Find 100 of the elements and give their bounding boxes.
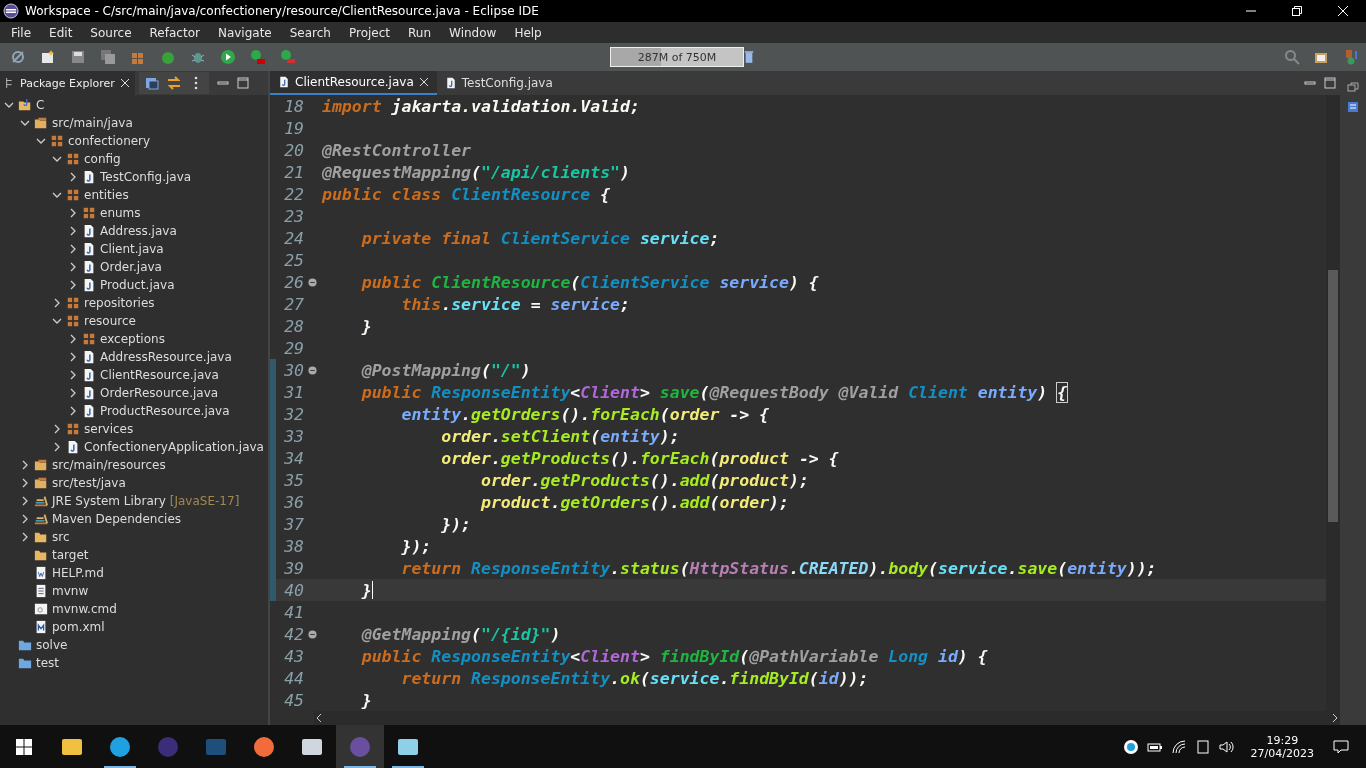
tree-item[interactable]: pom.xml	[52, 620, 105, 634]
collapsed-chevron-icon[interactable]	[68, 208, 78, 218]
scroll-left-icon[interactable]	[314, 713, 324, 723]
tree-item[interactable]: config	[84, 152, 121, 166]
horizontal-scrollbar[interactable]	[314, 711, 1340, 725]
save-icon[interactable]	[70, 49, 86, 65]
window-tray-icon[interactable]	[1194, 738, 1211, 755]
tree-item[interactable]: mvnw	[52, 584, 89, 598]
new-file-icon[interactable]	[40, 49, 56, 65]
tree-item[interactable]: OrderResource.java	[100, 386, 219, 400]
expanded-chevron-icon[interactable]	[52, 190, 62, 200]
collapse-all-icon[interactable]	[143, 75, 160, 91]
collapsed-chevron-icon[interactable]	[68, 244, 78, 254]
tree-item[interactable]: src/main/resources	[52, 458, 166, 472]
fold-icon[interactable]	[307, 629, 317, 639]
notification-icon[interactable]	[1332, 738, 1350, 755]
maximize-icon[interactable]	[234, 75, 251, 91]
trash-icon[interactable]	[744, 50, 754, 64]
scroll-right-icon[interactable]	[1330, 713, 1340, 723]
speaker-icon[interactable]	[1218, 738, 1235, 755]
run-icon[interactable]	[220, 49, 236, 65]
clock-time[interactable]: 19:29	[1266, 733, 1299, 747]
collapsed-chevron-icon[interactable]	[68, 172, 78, 182]
menu-item[interactable]: Search	[280, 25, 340, 40]
close-icon[interactable]	[119, 77, 130, 89]
menu-item[interactable]: Edit	[40, 25, 82, 40]
tree-item[interactable]: HELP.md	[52, 566, 104, 580]
collapsed-chevron-icon[interactable]	[52, 442, 62, 452]
collapsed-chevron-icon[interactable]	[68, 280, 78, 290]
close-icon[interactable]	[418, 76, 429, 88]
tree-item[interactable]: Address.java	[100, 224, 177, 238]
collapsed-chevron-icon[interactable]	[20, 496, 30, 506]
clock-date[interactable]: 27/04/2023	[1250, 746, 1314, 760]
menu-item[interactable]: Navigate	[208, 25, 281, 40]
collapsed-chevron-icon[interactable]	[68, 370, 78, 380]
package-explorer-tab[interactable]: Package Explorer	[0, 71, 135, 95]
menu-item[interactable]: Source	[81, 25, 141, 40]
restore-icon[interactable]	[1292, 6, 1302, 16]
taskbar-app[interactable]	[336, 725, 384, 768]
tree-item[interactable]: exceptions	[100, 332, 165, 346]
collapsed-chevron-icon[interactable]	[20, 532, 30, 542]
expanded-chevron-icon[interactable]	[36, 136, 46, 146]
collapsed-chevron-icon[interactable]	[68, 352, 78, 362]
outline-view-icon[interactable]	[1347, 101, 1359, 113]
tree-item[interactable]: Client.java	[100, 242, 164, 256]
save-all-icon[interactable]	[100, 49, 116, 65]
tree-item[interactable]: repositories	[84, 296, 155, 310]
tree-item[interactable]: services	[84, 422, 134, 436]
tree-item[interactable]: solve	[36, 638, 68, 652]
menu-item[interactable]: Window	[440, 25, 506, 40]
tree-item[interactable]: ConfectioneryApplication.java	[84, 440, 264, 454]
tree-item[interactable]: src	[52, 530, 70, 544]
windows-start-icon[interactable]	[16, 738, 32, 755]
fold-icon[interactable]	[307, 365, 317, 375]
tree-item[interactable]: Order.java	[100, 260, 162, 274]
tree-item[interactable]: resource	[84, 314, 136, 328]
collapsed-chevron-icon[interactable]	[68, 226, 78, 236]
tree-item[interactable]: target	[52, 548, 89, 562]
wifi-icon[interactable]	[1170, 738, 1187, 755]
collapsed-chevron-icon[interactable]	[52, 424, 62, 434]
tree-item[interactable]: confectionery	[68, 134, 151, 148]
link-with-editor-icon[interactable]	[165, 75, 182, 91]
tree-item[interactable]: Maven Dependencies	[52, 512, 181, 526]
collapsed-chevron-icon[interactable]	[20, 460, 30, 470]
tree-item[interactable]: Product.java	[100, 278, 175, 292]
menu-item[interactable]: Project	[339, 25, 400, 40]
maximize-icon[interactable]	[1322, 75, 1338, 91]
heap-status-bar[interactable]: 287M of 750M	[610, 47, 744, 67]
tree-item[interactable]: AddressResource.java	[100, 350, 232, 364]
tree-item[interactable]: C	[36, 98, 45, 112]
collapsed-chevron-icon[interactable]	[20, 514, 30, 524]
menu-item[interactable]: Help	[505, 25, 551, 40]
tree-item[interactable]: ClientResource.java	[100, 368, 219, 382]
collapsed-chevron-icon[interactable]	[52, 298, 62, 308]
collapsed-chevron-icon[interactable]	[68, 334, 78, 344]
tree-item[interactable]: ProductResource.java	[100, 404, 230, 418]
vertical-scrollbar[interactable]	[1326, 95, 1340, 711]
skip-breakpoints-icon[interactable]	[10, 49, 26, 65]
expanded-chevron-icon[interactable]	[4, 100, 14, 110]
expanded-chevron-icon[interactable]	[52, 154, 62, 164]
expanded-chevron-icon[interactable]	[20, 118, 30, 128]
tree-item[interactable]: enums	[100, 206, 141, 220]
tree-item[interactable]: src/main/java	[52, 116, 133, 130]
editor-tab[interactable]: TestConfig.java	[436, 71, 561, 95]
menu-item[interactable]: File	[2, 25, 41, 40]
fold-icon[interactable]	[307, 277, 317, 287]
collapsed-chevron-icon[interactable]	[68, 262, 78, 272]
collapsed-chevron-icon[interactable]	[20, 478, 30, 488]
tree-item[interactable]: JRE System Library	[52, 494, 166, 508]
expanded-chevron-icon[interactable]	[52, 316, 62, 326]
tree-item[interactable]: test	[36, 656, 60, 670]
tree-item[interactable]: TestConfig.java	[100, 170, 192, 184]
collapsed-chevron-icon[interactable]	[68, 388, 78, 398]
menu-item[interactable]: Refactor	[140, 25, 209, 40]
tree-item[interactable]: src/test/java	[52, 476, 126, 490]
editor-tab[interactable]: ClientResource.java	[270, 71, 437, 95]
tree-item[interactable]: mvnw.cmd	[52, 602, 117, 616]
tree-item[interactable]: entities	[84, 188, 129, 202]
collapsed-chevron-icon[interactable]	[68, 406, 78, 416]
menu-item[interactable]: Run	[399, 25, 441, 40]
